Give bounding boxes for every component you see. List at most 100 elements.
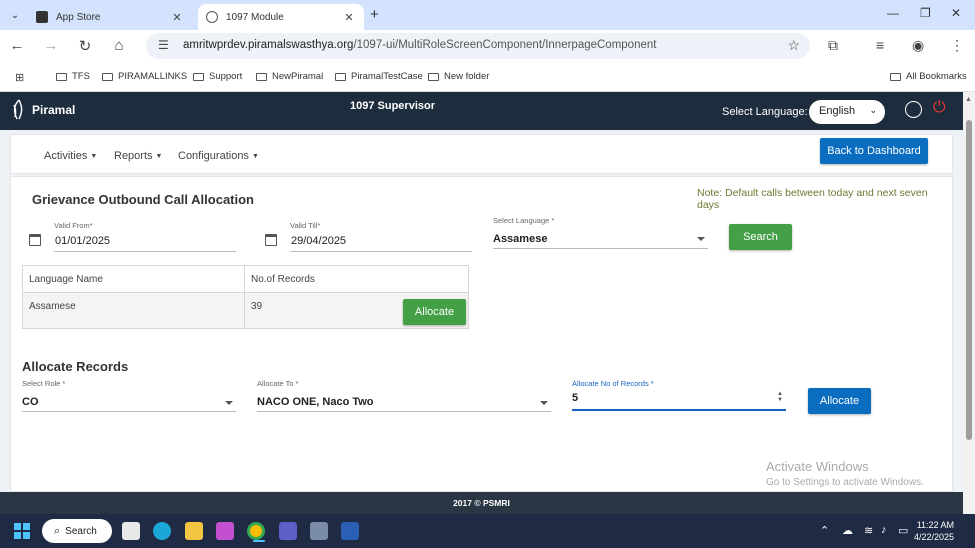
select-language-underline bbox=[493, 248, 708, 249]
tab-title: App Store bbox=[56, 11, 101, 23]
bookmarks-bar: ⊞ TFS PIRAMALLINKS Support NewPiramal Pi… bbox=[0, 62, 975, 92]
apps-grid-icon[interactable]: ⊞ bbox=[15, 71, 24, 84]
user-icon[interactable] bbox=[905, 101, 922, 118]
bookmark-tfs[interactable]: TFS bbox=[56, 71, 90, 82]
folder-icon bbox=[56, 72, 67, 81]
allocate-to-dropdown[interactable]: NACO ONE, Naco Two bbox=[257, 396, 374, 408]
volume-icon[interactable]: ♪ bbox=[881, 524, 887, 536]
tab-1097-module[interactable]: 1097 Module ✕ bbox=[198, 4, 364, 30]
bookmark-star-icon[interactable]: ☆ bbox=[787, 37, 800, 54]
folder-icon bbox=[890, 72, 901, 81]
file-manager-icon[interactable] bbox=[122, 522, 140, 540]
table-row: Assamese 39 bbox=[22, 292, 469, 329]
bookmark-new-folder[interactable]: New folder bbox=[428, 71, 489, 82]
row-allocate-button[interactable]: Allocate bbox=[403, 299, 466, 325]
windows-start-icon[interactable] bbox=[14, 523, 30, 539]
app-footer: 2017 © PSMRI bbox=[0, 492, 963, 514]
folder-app-icon[interactable] bbox=[185, 522, 203, 540]
select-language-dropdown[interactable]: Assamese bbox=[493, 233, 547, 245]
number-stepper-icon[interactable]: ▲ ▼ bbox=[777, 391, 783, 403]
scroll-up-icon[interactable]: ▲ bbox=[965, 96, 972, 103]
bookmark-piramallinks[interactable]: PIRAMALLINKS bbox=[102, 71, 187, 82]
new-tab-icon[interactable]: + bbox=[370, 6, 379, 23]
bookmark-support[interactable]: Support bbox=[193, 71, 242, 82]
search-button[interactable]: Search bbox=[729, 224, 792, 250]
power-icon[interactable]: ⏻ bbox=[933, 99, 946, 117]
edge-icon[interactable] bbox=[153, 522, 171, 540]
onedrive-icon[interactable]: ☁ bbox=[842, 524, 853, 537]
address-bar[interactable]: ☰ amritwprdev.piramalswasthya.org/1097-u… bbox=[146, 33, 810, 59]
more-menu-icon[interactable]: ⋮ bbox=[950, 37, 964, 54]
valid-till-underline bbox=[290, 251, 472, 252]
caret-down-icon: ▼ bbox=[90, 153, 98, 160]
bookmark-newpiramal[interactable]: NewPiramal bbox=[256, 71, 323, 82]
allocation-card: Grievance Outbound Call Allocation Note:… bbox=[10, 176, 953, 492]
minimize-icon[interactable]: — bbox=[887, 6, 899, 20]
valid-from-underline bbox=[54, 251, 236, 252]
select-role-underline bbox=[22, 411, 236, 412]
close-icon[interactable]: ✕ bbox=[170, 11, 184, 24]
restore-icon[interactable]: ❐ bbox=[920, 6, 931, 20]
page-scrollbar[interactable]: ▲ bbox=[963, 92, 975, 515]
allocate-count-label: Allocate No of Records * bbox=[572, 379, 654, 388]
back-arrow-icon[interactable]: ← bbox=[8, 37, 26, 54]
app-header: Piramal 1097 Supervisor Select Language:… bbox=[0, 92, 963, 130]
tab-title: 1097 Module bbox=[226, 11, 284, 23]
site-settings-icon[interactable]: ☰ bbox=[158, 38, 169, 52]
wifi-icon[interactable]: ≋ bbox=[864, 524, 873, 537]
clock-time: 11:22 AM bbox=[916, 520, 955, 530]
default-calls-note: Note: Default calls between today and ne… bbox=[697, 187, 928, 211]
close-icon[interactable]: ✕ bbox=[342, 11, 356, 24]
menu-reports[interactable]: Reports ▼ bbox=[114, 150, 162, 162]
valid-from-input[interactable]: 01/01/2025 bbox=[55, 235, 110, 247]
back-to-dashboard-button[interactable]: Back to Dashboard bbox=[820, 138, 928, 164]
taskbar-search-label: Search bbox=[65, 525, 97, 537]
calendar-icon[interactable] bbox=[265, 234, 277, 246]
reload-icon[interactable]: ↻ bbox=[76, 37, 94, 55]
language-select[interactable]: English ⌄ bbox=[809, 100, 885, 124]
taskbar-search[interactable]: ⌕ Search bbox=[42, 519, 112, 543]
home-icon[interactable]: ⌂ bbox=[110, 37, 128, 54]
tab-app-store[interactable]: App Store ✕ bbox=[28, 4, 192, 30]
battery-icon[interactable]: ▭ bbox=[898, 524, 908, 537]
word-icon[interactable] bbox=[341, 522, 359, 540]
allocate-records-button[interactable]: Allocate bbox=[808, 388, 871, 414]
activate-windows-watermark: Activate Windows Go to Settings to activ… bbox=[766, 459, 924, 488]
system-clock[interactable]: 11:22 AM 4/22/2025 bbox=[914, 519, 954, 543]
teams-icon[interactable] bbox=[279, 522, 297, 540]
clock-date: 4/22/2025 bbox=[914, 532, 955, 542]
photos-icon[interactable] bbox=[216, 522, 234, 540]
tray-chevron-icon[interactable]: ⌃ bbox=[820, 524, 829, 537]
calendar-icon[interactable] bbox=[29, 234, 41, 246]
bookmark-piramaltestcase[interactable]: PiramalTestCase bbox=[335, 71, 423, 82]
allocate-to-label: Allocate To * bbox=[257, 379, 299, 388]
profile-icon[interactable]: ◉ bbox=[912, 37, 924, 54]
column-header-records: No.of Records bbox=[244, 265, 469, 293]
app-store-icon bbox=[36, 11, 48, 23]
valid-from-label: Valid From* bbox=[54, 221, 93, 230]
globe-icon bbox=[206, 11, 218, 23]
remote-desktop-icon[interactable] bbox=[310, 522, 328, 540]
menu-configurations[interactable]: Configurations ▼ bbox=[178, 150, 259, 162]
table-header-row: Language Name No.of Records bbox=[22, 265, 469, 293]
menu-activities[interactable]: Activities ▼ bbox=[44, 150, 97, 162]
scrollbar-thumb[interactable] bbox=[966, 120, 972, 440]
url-text: amritwprdev.piramalswasthya.org/1097-ui/… bbox=[183, 39, 657, 51]
chrome-icon[interactable] bbox=[247, 522, 265, 542]
allocate-count-input[interactable]: 5 bbox=[572, 392, 578, 404]
select-role-dropdown[interactable]: CO bbox=[22, 396, 39, 408]
dropdown-arrow-icon bbox=[697, 237, 705, 241]
select-language-label: Select Language * bbox=[493, 216, 555, 225]
windows-taskbar: ⌕ Search ⌃ ☁ ≋ ♪ ▭ 11:22 AM 4/22/2025 bbox=[0, 514, 975, 548]
all-bookmarks[interactable]: All Bookmarks bbox=[890, 71, 967, 82]
extensions-icon[interactable]: ⧉ bbox=[828, 37, 838, 54]
allocate-to-underline bbox=[257, 411, 551, 412]
forward-arrow-icon[interactable]: → bbox=[42, 37, 60, 54]
valid-till-label: Valid Till* bbox=[290, 221, 321, 230]
tab-search-icon[interactable]: ⌄ bbox=[6, 6, 24, 24]
close-window-icon[interactable]: ✕ bbox=[951, 6, 961, 20]
valid-till-input[interactable]: 29/04/2025 bbox=[291, 235, 346, 247]
select-role-label: Select Role * bbox=[22, 379, 66, 388]
reading-list-icon[interactable]: ≡ bbox=[876, 37, 884, 53]
folder-icon bbox=[102, 72, 113, 81]
